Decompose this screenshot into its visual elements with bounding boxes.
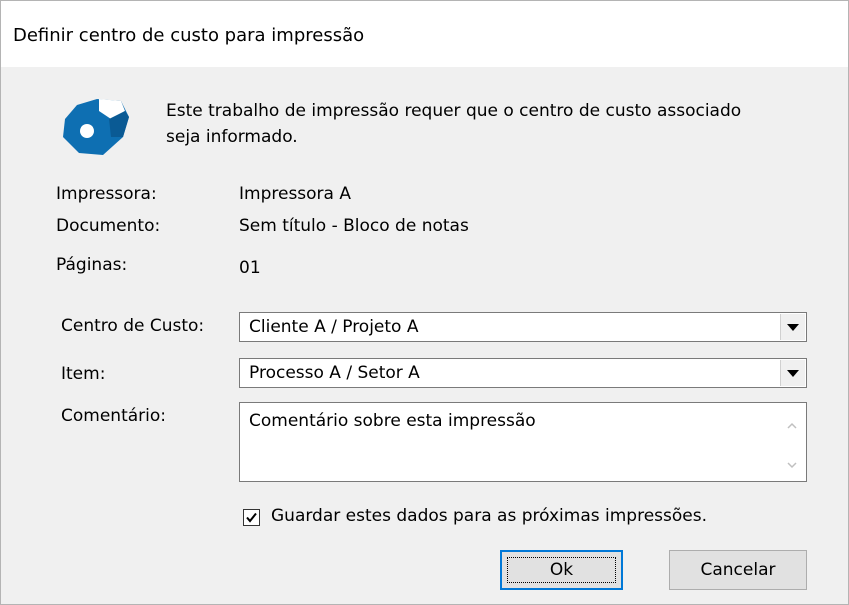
comment-scrollbar[interactable] bbox=[779, 404, 805, 480]
printer-label: Impressora: bbox=[56, 184, 157, 204]
dialog-window: Definir centro de custo para impressão E… bbox=[0, 0, 849, 605]
document-label: Documento: bbox=[56, 216, 161, 236]
item-value: Processo A / Setor A bbox=[249, 363, 420, 383]
comment-value: Comentário sobre esta impressão bbox=[249, 411, 536, 431]
cost-center-select[interactable]: Cliente A / Projeto A bbox=[239, 312, 807, 342]
ok-button[interactable]: Ok bbox=[500, 550, 623, 590]
item-label: Item: bbox=[61, 364, 106, 384]
focus-ring bbox=[507, 557, 616, 583]
cost-center-value: Cliente A / Projeto A bbox=[249, 317, 419, 337]
cost-center-dropdown-button[interactable] bbox=[780, 314, 805, 340]
document-value: Sem título - Bloco de notas bbox=[239, 216, 469, 236]
cost-center-label: Centro de Custo: bbox=[61, 316, 205, 336]
cost-center-logo-icon bbox=[63, 99, 129, 155]
cancel-button[interactable]: Cancelar bbox=[669, 550, 807, 590]
title-bar: Definir centro de custo para impressão bbox=[1, 1, 848, 67]
comment-textarea[interactable]: Comentário sobre esta impressão bbox=[239, 402, 807, 482]
save-data-checkbox-label[interactable]: Guardar estes dados para as próximas imp… bbox=[271, 506, 707, 526]
pages-value: 01 bbox=[239, 258, 261, 278]
checkmark-icon bbox=[246, 512, 257, 523]
comment-label: Comentário: bbox=[61, 406, 166, 426]
chevron-down-icon bbox=[787, 323, 799, 331]
item-select[interactable]: Processo A / Setor A bbox=[239, 358, 807, 388]
pages-label: Páginas: bbox=[56, 255, 128, 275]
printer-value: Impressora A bbox=[239, 184, 351, 204]
dialog-title: Definir centro de custo para impressão bbox=[13, 25, 365, 46]
cancel-button-label: Cancelar bbox=[700, 560, 776, 580]
scroll-up-icon[interactable] bbox=[786, 420, 798, 432]
chevron-down-icon bbox=[787, 369, 799, 377]
save-data-checkbox[interactable] bbox=[243, 509, 260, 526]
scroll-down-icon[interactable] bbox=[786, 459, 798, 471]
intro-text: Este trabalho de impressão requer que o … bbox=[166, 101, 742, 147]
item-dropdown-button[interactable] bbox=[780, 360, 805, 386]
